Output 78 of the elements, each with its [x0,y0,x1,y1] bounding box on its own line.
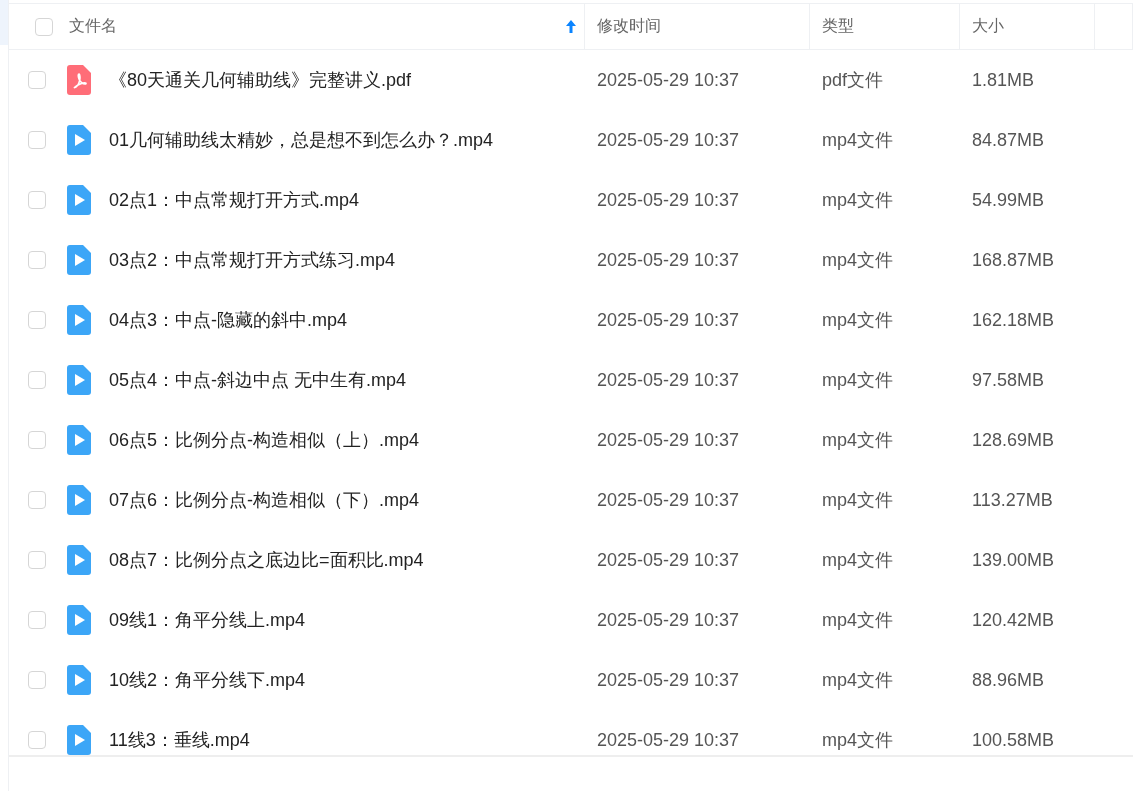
file-size: 100.58MB [971,729,1056,751]
modified-time: 2025-05-29 10:37 [596,69,741,91]
file-type: mp4文件 [821,669,894,692]
file-name[interactable]: 07点6：比例分点-构造相似（下）.mp4 [109,488,420,512]
modified-time: 2025-05-29 10:37 [596,429,741,451]
file-name[interactable]: 《80天通关几何辅助线》完整讲义.pdf [109,68,412,92]
video-file-icon [67,245,91,275]
row-checkbox[interactable] [28,311,46,329]
column-header[interactable]: 文件名 [69,16,550,37]
file-type: mp4文件 [821,189,894,212]
video-file-icon [67,185,91,215]
video-file-icon [67,125,91,155]
modified-time: 2025-05-29 10:37 [596,249,741,271]
row-checkbox[interactable] [28,671,46,689]
file-size: 128.69MB [971,429,1056,451]
file-name[interactable]: 02点1：中点常规打开方式.mp4 [109,188,360,212]
file-size: 139.00MB [971,549,1056,571]
file-name[interactable]: 08点7：比例分点之底边比=面积比.mp4 [109,548,424,572]
modified-time: 2025-05-29 10:37 [596,609,741,631]
file-size: 54.99MB [971,189,1046,211]
pdf-file-icon [67,65,91,95]
video-file-icon [67,425,91,455]
file-type: mp4文件 [821,609,894,632]
file-size: 84.87MB [971,129,1046,151]
file-name[interactable]: 01几何辅助线太精妙，总是想不到怎么办？.mp4 [109,128,494,152]
row-checkbox[interactable] [28,371,46,389]
file-name[interactable]: 06点5：比例分点-构造相似（上）.mp4 [109,428,420,452]
file-size: 168.87MB [971,249,1056,271]
file-size: 162.18MB [971,309,1056,331]
select-all-checkbox[interactable] [35,17,53,36]
modified-time: 2025-05-29 10:37 [596,369,741,391]
modified-time: 2025-05-29 10:37 [596,309,741,331]
video-file-icon [67,545,91,575]
modified-time: 2025-05-29 10:37 [596,669,741,691]
row-checkbox[interactable] [28,251,46,269]
file-name[interactable]: 10线2：角平分线下.mp4 [109,668,306,692]
file-name[interactable]: 03点2：中点常规打开方式练习.mp4 [109,248,396,272]
file-size: 120.42MB [971,609,1056,631]
column-header[interactable]: 修改时间 [597,16,809,37]
row-checkbox[interactable] [28,491,46,509]
row-checkbox[interactable] [28,611,46,629]
file-name[interactable]: 04点3：中点-隐藏的斜中.mp4 [109,308,348,332]
column-header[interactable]: 类型 [822,16,959,37]
file-type: pdf文件 [821,69,885,92]
file-size: 97.58MB [971,369,1046,391]
file-type: mp4文件 [821,369,894,392]
modified-time: 2025-05-29 10:37 [596,189,741,211]
file-size: 113.27MB [971,489,1054,511]
file-type: mp4文件 [821,429,894,452]
modified-time: 2025-05-29 10:37 [596,129,741,151]
video-file-icon [67,725,91,755]
file-size: 1.81MB [971,69,1036,91]
file-name[interactable]: 09线1：角平分线上.mp4 [109,608,306,632]
file-name[interactable]: 05点4：中点-斜边中点 无中生有.mp4 [109,368,407,392]
file-type: mp4文件 [821,489,894,512]
video-file-icon [67,665,91,695]
column-header[interactable]: 大小 [972,16,1094,37]
file-type: mp4文件 [821,129,894,152]
row-checkbox[interactable] [28,191,46,209]
video-file-icon [67,305,91,335]
video-file-icon [67,485,91,515]
file-type: mp4文件 [821,249,894,272]
row-checkbox[interactable] [28,431,46,449]
video-file-icon [67,605,91,635]
file-type: mp4文件 [821,309,894,332]
file-type: mp4文件 [821,729,894,752]
modified-time: 2025-05-29 10:37 [596,729,741,751]
row-checkbox[interactable] [28,71,46,89]
video-file-icon [67,365,91,395]
sort-arrow-icon[interactable] [566,20,576,33]
row-checkbox[interactable] [28,551,46,569]
modified-time: 2025-05-29 10:37 [596,489,741,511]
modified-time: 2025-05-29 10:37 [596,549,741,571]
row-checkbox[interactable] [28,731,46,749]
row-checkbox[interactable] [28,131,46,149]
file-type: mp4文件 [821,549,894,572]
file-size: 88.96MB [971,669,1046,691]
file-name[interactable]: 11线3：垂线.mp4 [109,728,250,752]
